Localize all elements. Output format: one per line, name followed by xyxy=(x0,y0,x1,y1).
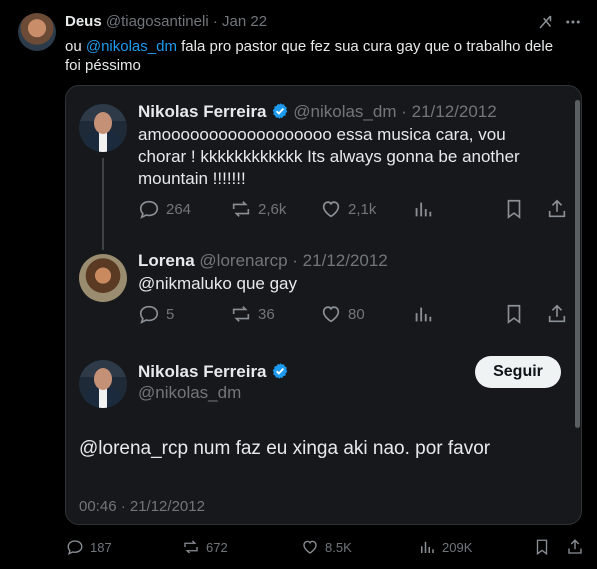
post2-like-count: 80 xyxy=(348,305,365,323)
post1-views-button[interactable] xyxy=(412,198,434,220)
post1-bookmark-button[interactable] xyxy=(503,198,525,220)
reply-icon xyxy=(139,305,159,324)
reply-icon xyxy=(67,540,83,556)
author-handle[interactable]: @tiagosantineli xyxy=(106,13,209,30)
repost-icon xyxy=(184,540,198,554)
tweet-header: Deus @tiagosantineli · Jan 22 xyxy=(65,13,267,30)
like-count: 8.5K xyxy=(325,539,352,555)
post2-name[interactable]: Lorena xyxy=(138,251,195,270)
post2-actions: 5 36 80 xyxy=(138,303,568,327)
post2-like-button[interactable]: 80 xyxy=(320,303,365,325)
follow-button[interactable]: Seguir xyxy=(475,356,561,388)
post1-actions: 264 2,6k 2,1k xyxy=(138,198,568,222)
view-count: 209K xyxy=(442,539,473,555)
bookmark-button[interactable] xyxy=(533,538,551,556)
bookmark-icon xyxy=(507,199,521,219)
post1-text: amoooooooooooooooooo essa musica cara, v… xyxy=(138,125,520,188)
views-icon xyxy=(415,202,432,217)
avatar-nikolas-main[interactable] xyxy=(79,360,127,408)
post3-name-line: Nikolas Ferreira xyxy=(138,362,289,382)
heart-icon xyxy=(303,540,317,554)
post2-header: Lorena @lorenarcp · 21/12/2012 xyxy=(138,251,388,271)
tweet-mention-link[interactable]: @nikolas_dm xyxy=(86,38,177,55)
views-icon xyxy=(421,541,434,553)
tweet-text: ou @nikolas_dm fala pro pastor que fez s… xyxy=(65,37,565,75)
author-name[interactable]: Deus xyxy=(65,13,102,30)
post2-reply-button[interactable]: 5 xyxy=(138,303,174,325)
like-button[interactable]: 8.5K xyxy=(301,538,352,556)
repost-icon xyxy=(232,306,250,322)
tweet-screen: Deus @tiagosantineli · Jan 22 ou @nikola… xyxy=(0,0,597,569)
post2-bookmark-button[interactable] xyxy=(503,303,525,325)
tweet-text-prefix: ou xyxy=(65,38,86,55)
bookmark-icon xyxy=(507,304,521,324)
post3-text: @lorena_rcp num faz eu xinga aki nao. po… xyxy=(79,438,491,459)
post2-reply-count: 5 xyxy=(166,305,175,323)
grok-icon[interactable] xyxy=(537,13,555,31)
reply-count: 187 xyxy=(90,539,112,555)
share-icon xyxy=(548,304,566,323)
post1-repost-count: 2,6k xyxy=(258,200,287,218)
post2-repost-button[interactable]: 36 xyxy=(230,303,275,325)
reply-button[interactable]: 187 xyxy=(66,538,112,556)
post1-like-count: 2,1k xyxy=(348,200,377,218)
post3-timestamp[interactable]: 00:46 · 21/12/2012 xyxy=(79,498,205,515)
tweet-date[interactable]: Jan 22 xyxy=(222,13,267,30)
views-button[interactable]: 209K xyxy=(418,538,472,556)
post1-share-button[interactable] xyxy=(546,198,568,220)
heart-icon xyxy=(322,306,340,323)
verified-badge-icon xyxy=(272,103,287,119)
post3-handle[interactable]: @nikolas_dm xyxy=(138,383,241,403)
views-icon xyxy=(415,307,432,322)
post3-name[interactable]: Nikolas Ferreira xyxy=(138,362,267,381)
post1-date[interactable]: · 21/12/2012 xyxy=(401,102,496,121)
post2-share-button[interactable] xyxy=(546,303,568,325)
post2-text: @nikmaluko que gay xyxy=(138,274,298,293)
share-icon xyxy=(548,199,566,218)
avatar-lorena[interactable] xyxy=(79,254,127,302)
repost-button[interactable]: 672 xyxy=(182,538,228,556)
post2-handle[interactable]: @lorenarcp xyxy=(199,251,287,270)
post2-repost-count: 36 xyxy=(258,305,275,323)
post2-views-button[interactable] xyxy=(412,303,434,325)
thread-line xyxy=(102,158,104,250)
header-separator: · xyxy=(212,13,218,30)
post1-handle[interactable]: @nikolas_dm xyxy=(293,102,396,121)
post1-reply-count: 264 xyxy=(166,200,192,218)
avatar-nikolas[interactable] xyxy=(79,104,127,152)
tweet-actions: 187 672 8.5K 209K xyxy=(0,538,597,562)
bookmark-icon xyxy=(536,539,548,556)
share-icon xyxy=(568,539,582,554)
post1-repost-button[interactable]: 2,6k xyxy=(230,198,286,220)
repost-count: 672 xyxy=(206,539,228,555)
post1-header: Nikolas Ferreira @nikolas_dm · 21/12/201… xyxy=(138,102,497,122)
card-scrollbar[interactable] xyxy=(575,100,580,428)
share-button[interactable] xyxy=(566,538,584,556)
post1-name[interactable]: Nikolas Ferreira xyxy=(138,102,267,121)
avatar-deus[interactable] xyxy=(18,13,56,51)
repost-icon xyxy=(232,201,250,217)
reply-icon xyxy=(139,200,159,219)
more-icon[interactable] xyxy=(564,13,582,31)
verified-badge-icon xyxy=(272,363,287,379)
post1-like-button[interactable]: 2,1k xyxy=(320,198,376,220)
post1-reply-button[interactable]: 264 xyxy=(138,198,191,220)
post2-date[interactable]: · 21/12/2012 xyxy=(292,251,387,270)
heart-icon xyxy=(322,201,340,218)
